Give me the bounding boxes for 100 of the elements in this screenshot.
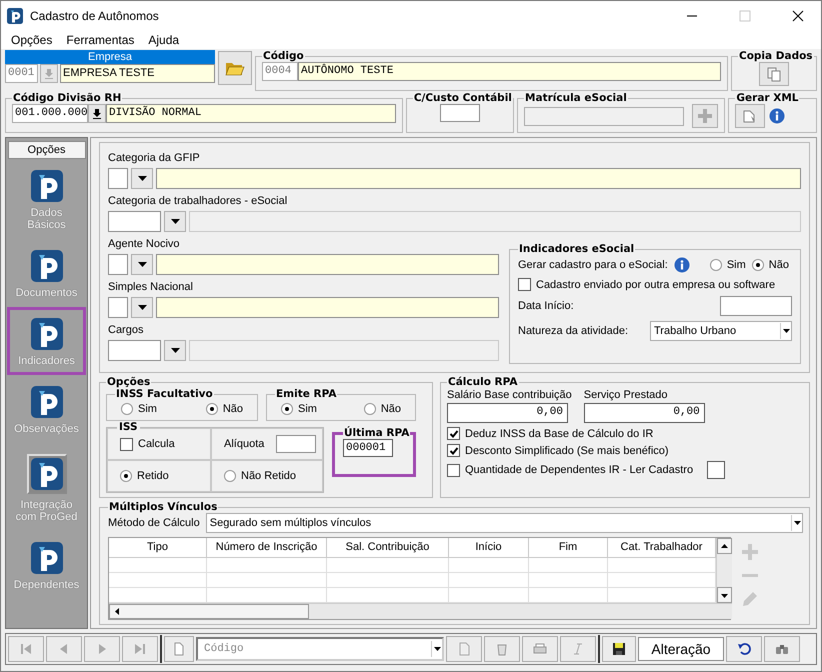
radio-button[interactable]: [206, 403, 218, 415]
previous-button[interactable]: [46, 636, 82, 662]
first-record-button[interactable]: [8, 636, 44, 662]
trash-icon: [495, 642, 509, 656]
scroll-down-button[interactable]: [717, 587, 732, 603]
checkbox-label: Quantidade de Dependentes IR - Ler Cadastro: [465, 464, 694, 476]
name-field: DIVISÃO NORMAL: [106, 104, 396, 123]
radio-label: Retido: [137, 470, 169, 482]
dropdown-arrow-button[interactable]: [431, 641, 442, 657]
checkbox[interactable]: [447, 464, 460, 476]
scroll-up-button[interactable]: [717, 538, 732, 554]
radio-button[interactable]: [121, 403, 133, 415]
code-field[interactable]: [108, 168, 128, 189]
column-header[interactable]: Início: [449, 538, 529, 558]
radio-button[interactable]: [752, 259, 764, 271]
code-field[interactable]: [108, 297, 128, 318]
field-label: Data Início:: [518, 300, 574, 312]
search-field[interactable]: Código: [202, 642, 402, 656]
info-icon: [674, 257, 690, 273]
radio-label: Não: [222, 403, 243, 415]
cost-center-field[interactable]: [440, 104, 480, 122]
last-rpa-field[interactable]: 000001: [343, 439, 393, 457]
code-field[interactable]: 0004: [262, 62, 298, 81]
p-logo-icon: [7, 8, 23, 24]
amount-field[interactable]: 0,00: [447, 403, 568, 423]
menu-item[interactable]: Ajuda: [148, 33, 180, 47]
italic-icon: [571, 642, 585, 656]
print-button[interactable]: [522, 636, 558, 662]
next-button[interactable]: [84, 636, 120, 662]
checkbox[interactable]: [120, 438, 133, 450]
generate-xml-button[interactable]: [735, 104, 766, 128]
menu-item[interactable]: Opções: [11, 33, 52, 47]
column-header[interactable]: Número de Inscrição: [207, 538, 327, 558]
checkbox-label: Desconto Simplificado (Se mais benéfico): [465, 444, 669, 456]
last-record-button[interactable]: [122, 636, 158, 662]
delete-button[interactable]: [484, 636, 520, 662]
caret-icon: [794, 521, 800, 525]
copy-icon: [766, 66, 782, 82]
horizontal-scrollbar[interactable]: [109, 603, 732, 619]
radio-button[interactable]: [281, 403, 293, 415]
dependents-field[interactable]: [707, 461, 726, 479]
dropdown-button[interactable]: [131, 297, 153, 318]
undo-icon: [737, 642, 751, 656]
column-header[interactable]: Sal. Contribuição: [327, 538, 449, 558]
activity-select[interactable]: Trabalho Urbano: [650, 321, 792, 341]
code-field[interactable]: [108, 254, 128, 275]
field-label: Salário Base contribuição: [447, 388, 572, 403]
caret-icon: [138, 176, 146, 181]
dropdown-button[interactable]: [131, 254, 153, 275]
checkbox[interactable]: [447, 444, 460, 457]
download-button[interactable]: [88, 104, 106, 123]
group-title: Opções: [106, 376, 152, 388]
download-icon: [92, 108, 102, 118]
new-document-button[interactable]: [164, 636, 194, 662]
radio-label: Não: [380, 403, 401, 415]
dropdown-button[interactable]: [164, 211, 186, 232]
radio-button[interactable]: [120, 470, 132, 482]
down-arrow-icon: [721, 592, 728, 598]
radio-button[interactable]: [224, 470, 236, 482]
radio-button[interactable]: [364, 403, 376, 415]
radio-label: Não Retido: [241, 470, 296, 482]
copy-button[interactable]: [759, 62, 789, 86]
code-field[interactable]: [108, 211, 161, 232]
radio-button[interactable]: [710, 259, 722, 271]
vertical-scrollbar[interactable]: [716, 538, 732, 603]
remove-icon: [741, 574, 759, 577]
dropdown-button[interactable]: [164, 340, 186, 361]
caret-icon: [138, 262, 146, 267]
column-header[interactable]: Tipo: [109, 538, 207, 558]
dropdown-arrow-button[interactable]: [780, 323, 791, 339]
info-button[interactable]: [674, 257, 690, 273]
checkbox[interactable]: [518, 278, 531, 291]
column-header[interactable]: Fim: [529, 538, 608, 558]
amount-field[interactable]: 0,00: [584, 403, 705, 423]
status-indicator: Alteração: [638, 637, 724, 661]
undo-button[interactable]: [726, 636, 762, 662]
dropdown-arrow-button[interactable]: [791, 515, 802, 531]
dropdown-button[interactable]: [131, 168, 153, 189]
checkbox[interactable]: [447, 427, 460, 440]
rate-field[interactable]: [276, 435, 316, 453]
info-button[interactable]: [769, 108, 786, 124]
field-label: Natureza da atividade:: [518, 325, 628, 337]
code-field[interactable]: 0001: [5, 64, 38, 83]
save-button[interactable]: [602, 636, 636, 662]
field-label: Serviço Prestado: [584, 388, 669, 403]
code-field[interactable]: [108, 340, 161, 361]
date-field[interactable]: [720, 296, 792, 316]
code-field[interactable]: 001.000.000: [12, 104, 88, 123]
folder-button[interactable]: [218, 51, 252, 85]
method-select[interactable]: Segurado sem múltiplos vínculos: [206, 513, 803, 533]
add-button[interactable]: [692, 104, 718, 128]
checkbox-label: Cadastro enviado por outra empresa ou software: [536, 278, 776, 290]
scroll-thumb[interactable]: [109, 604, 309, 619]
field-label: Alíquota: [224, 438, 264, 450]
italic-button[interactable]: [560, 636, 596, 662]
menu-item[interactable]: Ferramentas: [66, 33, 134, 47]
window-title: Cadastro de Autônomos: [30, 9, 160, 23]
group-title: Código Divisão RH: [12, 92, 122, 104]
search-combo-box[interactable]: Código: [196, 637, 444, 661]
caret-icon: [170, 219, 180, 224]
